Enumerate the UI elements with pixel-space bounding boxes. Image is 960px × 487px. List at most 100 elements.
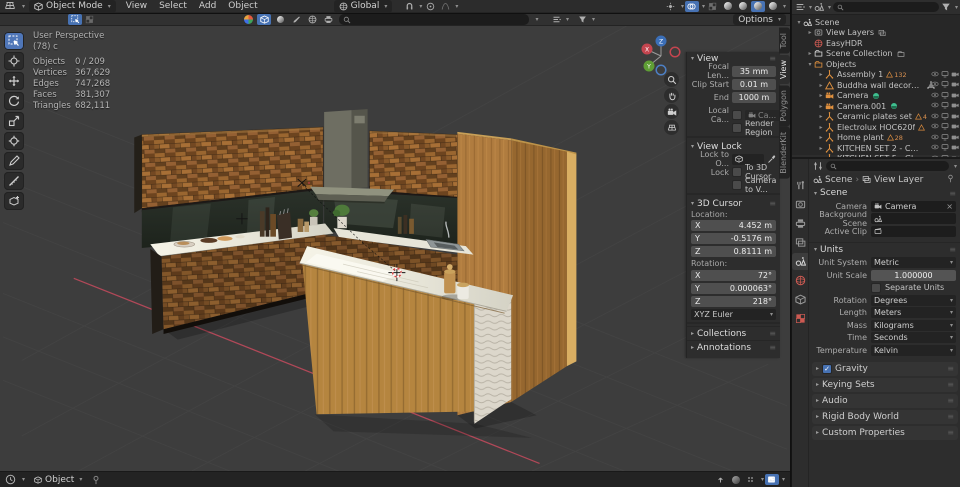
disable-viewport-icon[interactable] bbox=[941, 80, 949, 88]
footer-image-icon[interactable] bbox=[764, 474, 779, 485]
cursor-rotation-field[interactable]: Z 218° bbox=[691, 295, 776, 307]
cursor-panel-header[interactable]: ▾ 3D Cursor ≡ bbox=[687, 197, 780, 210]
disable-render-icon[interactable] bbox=[951, 80, 959, 88]
expand-arrow[interactable]: ▸ bbox=[817, 82, 825, 89]
disable-render-icon[interactable] bbox=[951, 143, 959, 151]
properties-tab[interactable] bbox=[792, 291, 808, 308]
expand-arrow[interactable]: ▸ bbox=[817, 134, 825, 141]
tool-button[interactable] bbox=[4, 192, 24, 210]
expand-arrow[interactable]: ▸ bbox=[817, 103, 825, 110]
disable-viewport-icon[interactable] bbox=[941, 122, 949, 130]
hide-viewport-eye-icon[interactable] bbox=[931, 80, 939, 88]
nav-button[interactable] bbox=[664, 88, 679, 103]
shading-mode-button[interactable] bbox=[750, 0, 765, 12]
tool-button[interactable] bbox=[4, 72, 24, 90]
properties-tab[interactable] bbox=[792, 215, 808, 232]
nav-button[interactable] bbox=[664, 104, 679, 119]
bk-scenes-filter[interactable] bbox=[321, 14, 335, 25]
bk-filter-icon[interactable] bbox=[575, 14, 589, 25]
proportional-edit-toggle[interactable] bbox=[423, 1, 437, 12]
dropdown-field[interactable]: Degrees ▾ bbox=[871, 294, 956, 306]
outliner-row[interactable]: ▸ Camera.001 bbox=[792, 101, 960, 112]
outliner-row[interactable]: ▾ Objects bbox=[792, 59, 960, 70]
expand-arrow[interactable]: ▸ bbox=[806, 50, 814, 57]
tool-button[interactable] bbox=[4, 172, 24, 190]
breadcrumb-view-layer[interactable]: View Layer bbox=[874, 175, 923, 185]
tool-button[interactable] bbox=[4, 92, 24, 110]
hide-viewport-eye-icon[interactable] bbox=[931, 112, 939, 120]
mode-dropdown[interactable]: Object Mode ▾ bbox=[29, 0, 116, 13]
tool-button[interactable] bbox=[4, 32, 24, 50]
3d-viewport[interactable]: User Perspective (78) c Objects 0 / 209 V… bbox=[0, 26, 790, 471]
properties-tab[interactable] bbox=[792, 196, 808, 213]
display-mode-icon[interactable] bbox=[795, 2, 805, 12]
overlays-toggle[interactable] bbox=[684, 0, 699, 12]
expand-arrow[interactable]: ▸ bbox=[817, 71, 825, 78]
shading-mode-button[interactable] bbox=[766, 1, 780, 12]
bk-brushes-filter[interactable] bbox=[289, 14, 303, 25]
dropdown-field[interactable]: Kilograms ▾ bbox=[871, 319, 956, 331]
expand-arrow[interactable]: ▸ bbox=[806, 29, 814, 36]
tool-options-dropdown[interactable]: Options ▾ bbox=[733, 14, 786, 25]
hide-viewport-eye-icon[interactable] bbox=[931, 122, 939, 130]
bk-search-chevron[interactable]: ▾ bbox=[529, 14, 543, 25]
expand-arrow[interactable]: ▸ bbox=[817, 145, 825, 152]
navigation-gizmo[interactable]: Z X Y bbox=[637, 30, 685, 78]
cursor-location-field[interactable]: Y -0.5176 m bbox=[691, 232, 776, 244]
expand-arrow[interactable]: ▾ bbox=[795, 19, 803, 26]
disable-viewport-icon[interactable] bbox=[941, 112, 949, 120]
checkbox[interactable] bbox=[871, 282, 881, 293]
properties-tab[interactable] bbox=[792, 310, 808, 327]
disable-render-icon[interactable] bbox=[951, 70, 959, 78]
hide-viewport-eye-icon[interactable] bbox=[931, 91, 939, 99]
editor-clock-icon[interactable] bbox=[5, 474, 16, 485]
id-field[interactable]: Camera × bbox=[871, 200, 956, 212]
footer-grid-icon[interactable] bbox=[744, 474, 758, 485]
disable-viewport-icon[interactable] bbox=[941, 101, 949, 109]
collapsed-panel[interactable]: ▸ ✓ Keying Sets≡ bbox=[812, 377, 958, 392]
local-camera-checkbox[interactable] bbox=[732, 110, 742, 120]
disable-viewport-icon[interactable] bbox=[941, 133, 949, 141]
expand-arrow[interactable]: ▸ bbox=[817, 92, 825, 99]
pin-icon[interactable] bbox=[91, 475, 101, 485]
outliner-row[interactable]: EasyHDR bbox=[792, 38, 960, 49]
tool-button[interactable] bbox=[4, 132, 24, 150]
disable-render-icon[interactable] bbox=[951, 122, 959, 130]
outliner-row[interactable]: ▸ KITCHEN SET 2 - Cutting Boar bbox=[792, 143, 960, 154]
disable-render-icon[interactable] bbox=[951, 101, 959, 109]
properties-search-input[interactable] bbox=[826, 161, 949, 171]
collapsed-panel[interactable]: ▸ ✓ Rigid Body World≡ bbox=[812, 409, 958, 424]
properties-tab[interactable] bbox=[792, 272, 808, 289]
nav-button[interactable] bbox=[664, 72, 679, 87]
cursor-location-field[interactable]: Z 0.8111 m bbox=[691, 245, 776, 257]
lock-3d-cursor-checkbox[interactable] bbox=[732, 167, 742, 177]
units-panel-header[interactable]: ▾ Units ≡ bbox=[809, 243, 960, 257]
editor-type-icon[interactable] bbox=[4, 0, 16, 12]
outliner-row[interactable]: ▸ View Layers bbox=[792, 28, 960, 39]
pin-id-icon[interactable] bbox=[946, 174, 957, 185]
scene-panel-header[interactable]: ▾ Scene ≡ bbox=[809, 186, 960, 200]
bk-sort-icon[interactable] bbox=[549, 14, 563, 25]
snap-toggle[interactable] bbox=[402, 1, 416, 12]
clip-end-field[interactable]: 1000 m bbox=[732, 91, 776, 103]
menu-item[interactable]: View bbox=[120, 1, 153, 11]
rotation-mode-dropdown[interactable]: XYZ Euler ▾ bbox=[691, 308, 776, 320]
properties-editor-icon[interactable] bbox=[813, 161, 823, 171]
expand-arrow[interactable]: ▸ bbox=[817, 113, 825, 120]
dropdown-field[interactable]: Meters ▾ bbox=[871, 307, 956, 319]
cursor-location-field[interactable]: X 4.452 m bbox=[691, 219, 776, 231]
editor-type-chevron[interactable]: ▾ bbox=[22, 3, 25, 10]
dropdown-field[interactable]: Metric ▾ bbox=[871, 257, 956, 269]
camera-to-view-checkbox[interactable] bbox=[732, 180, 742, 190]
number-field[interactable]: 1.000000 bbox=[871, 269, 956, 281]
outliner-row[interactable]: ▸ Ceramic plates set 4 bbox=[792, 112, 960, 123]
breadcrumb-scene[interactable]: Scene bbox=[825, 175, 852, 185]
properties-tab[interactable] bbox=[792, 177, 808, 194]
outliner-row[interactable]: ▸ Camera bbox=[792, 91, 960, 102]
shading-mode-button[interactable] bbox=[736, 1, 750, 12]
collapsed-panel[interactable]: ▸ ✓ Gravity ≡ bbox=[812, 361, 958, 376]
footer-up-icon[interactable] bbox=[714, 474, 728, 485]
blenderkit-search-input[interactable] bbox=[339, 14, 529, 25]
hide-viewport-eye-icon[interactable] bbox=[931, 70, 939, 78]
properties-tab[interactable] bbox=[792, 234, 808, 251]
